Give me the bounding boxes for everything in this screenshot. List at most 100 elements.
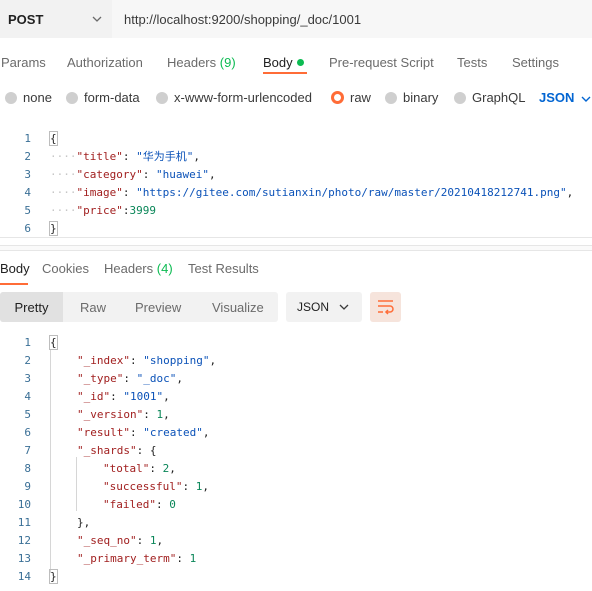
json-value: "https://gitee.com/sutianxin/photo/raw/m…: [136, 185, 567, 199]
radio-urlencoded-label: x-www-form-urlencoded: [174, 90, 312, 105]
tab-test-results[interactable]: Test Results: [188, 261, 259, 276]
line-number: 13: [17, 551, 31, 565]
json-object-close: },: [77, 515, 91, 529]
json-value: 1: [195, 479, 203, 493]
view-raw[interactable]: Raw: [80, 292, 106, 322]
json-field-seq-no: "_seq_no": 1,: [77, 533, 164, 547]
active-response-tab-underline: [0, 283, 28, 285]
method-select[interactable]: POST: [0, 0, 112, 38]
line-number: 7: [24, 443, 31, 457]
radio-graphql-label: GraphQL: [472, 90, 526, 105]
tab-response-headers[interactable]: Headers (4): [104, 261, 173, 276]
radio-raw[interactable]: raw: [331, 90, 371, 105]
request-url-bar: POST http://localhost:9200/shopping/_doc…: [0, 0, 592, 38]
method-label: POST: [8, 11, 44, 27]
close-brace: }: [49, 220, 58, 236]
tab-authorization[interactable]: Authorization: [67, 55, 143, 70]
json-field-result: "result": "created",: [77, 425, 210, 439]
json-field-type: "_type": "_doc",: [77, 371, 183, 385]
json-field-primary-term: "_primary_term": 1: [77, 551, 197, 565]
code-line: 6 }: [0, 219, 592, 237]
radio-icon: [156, 91, 168, 104]
json-key: "title": [76, 150, 123, 163]
json-field-successful: "successful": 1,: [103, 479, 209, 493]
line-number: 3: [24, 167, 31, 181]
view-pretty[interactable]: Pretty: [0, 292, 63, 322]
code-line: 1 {: [0, 333, 592, 351]
json-key: "_version": [77, 407, 144, 421]
chevron-down-icon: [581, 96, 591, 102]
body-format-select[interactable]: JSON: [539, 90, 574, 105]
json-trail: ,: [566, 185, 574, 199]
line-number: 1: [24, 335, 31, 349]
code-line: 2 ····"title": "华为手机",: [0, 147, 592, 165]
code-line: 2 "_index": "shopping",: [0, 351, 592, 369]
line-number: 12: [17, 533, 31, 547]
line-number: 8: [24, 461, 31, 475]
tab-tests[interactable]: Tests: [457, 55, 487, 70]
open-brace: {: [49, 130, 58, 146]
code-line: 4 "_id": "1001",: [0, 387, 592, 405]
tab-response-body[interactable]: Body: [0, 261, 30, 276]
body-type-options: none form-data x-www-form-urlencoded raw…: [0, 90, 592, 108]
response-headers-count-badge: (4): [156, 261, 173, 276]
close-brace: }: [49, 568, 58, 584]
tab-headers-label: Headers: [167, 55, 217, 70]
json-field-title: ····"title": "华为手机",: [50, 150, 200, 163]
json-value: "huawei": [155, 167, 209, 181]
radio-urlencoded[interactable]: x-www-form-urlencoded: [156, 90, 312, 105]
request-body-editor[interactable]: 1 { 2 ····"title": "华为手机", 3 ····"catego…: [0, 128, 592, 238]
code-line: 3 ····"category": "huawei",: [0, 165, 592, 183]
response-body-viewer[interactable]: 1 { 2 "_index": "shopping", 3 "_type": "…: [0, 333, 592, 591]
radio-none-label: none: [23, 90, 52, 105]
open-brace: {: [49, 334, 58, 350]
pane-divider[interactable]: [0, 245, 592, 251]
code-line: 3 "_type": "_doc",: [0, 369, 592, 387]
tab-cookies[interactable]: Cookies: [42, 261, 89, 276]
radio-graphql[interactable]: GraphQL: [454, 90, 525, 105]
json-value: 1: [149, 533, 157, 547]
tab-settings[interactable]: Settings: [512, 55, 559, 70]
json-value: 1: [156, 407, 164, 421]
json-value: 1: [189, 551, 197, 565]
tab-body-label: Body: [263, 55, 293, 70]
view-preview[interactable]: Preview: [135, 292, 181, 322]
radio-raw-label: raw: [350, 90, 371, 105]
json-value: "华为手机": [136, 150, 194, 163]
response-format-label: JSON: [297, 300, 330, 314]
line-number: 1: [24, 131, 31, 145]
line-number: 4: [24, 389, 31, 403]
radio-selected-icon: [331, 91, 344, 104]
radio-icon: [66, 91, 78, 104]
line-number: 3: [24, 371, 31, 385]
chevron-down-icon: [92, 16, 102, 22]
tab-pre-request-script[interactable]: Pre-request Script: [329, 55, 434, 70]
json-key: "_seq_no": [77, 533, 137, 547]
chevron-down-icon: [339, 304, 349, 310]
wrap-lines-button[interactable]: [370, 292, 401, 322]
json-sep: :: [122, 185, 137, 199]
view-visualize[interactable]: Visualize: [212, 292, 264, 322]
json-field-version: "_version": 1,: [77, 407, 170, 421]
response-format-select[interactable]: JSON: [286, 292, 362, 322]
json-value: 2: [162, 461, 170, 475]
json-field-shards: "_shards": {: [77, 443, 157, 457]
code-line: 6 "result": "created",: [0, 423, 592, 441]
json-value: "1001": [123, 389, 164, 403]
tab-body[interactable]: Body: [263, 55, 304, 70]
body-indicator-dot: [296, 59, 304, 66]
radio-form-data[interactable]: form-data: [66, 90, 140, 105]
json-value: "shopping": [143, 353, 210, 367]
radio-none[interactable]: none: [5, 90, 52, 105]
url-input[interactable]: http://localhost:9200/shopping/_doc/1001: [112, 0, 592, 38]
tab-headers[interactable]: Headers (9): [167, 55, 236, 70]
line-number: 10: [17, 497, 31, 511]
json-sep: :: [142, 167, 156, 181]
radio-binary[interactable]: binary: [385, 90, 438, 105]
tab-params[interactable]: Params: [1, 55, 46, 70]
radio-icon: [5, 91, 17, 104]
code-line: 11 },: [0, 513, 592, 531]
line-number: 14: [17, 569, 31, 583]
json-value: 0: [169, 497, 176, 511]
line-number: 2: [24, 149, 31, 163]
